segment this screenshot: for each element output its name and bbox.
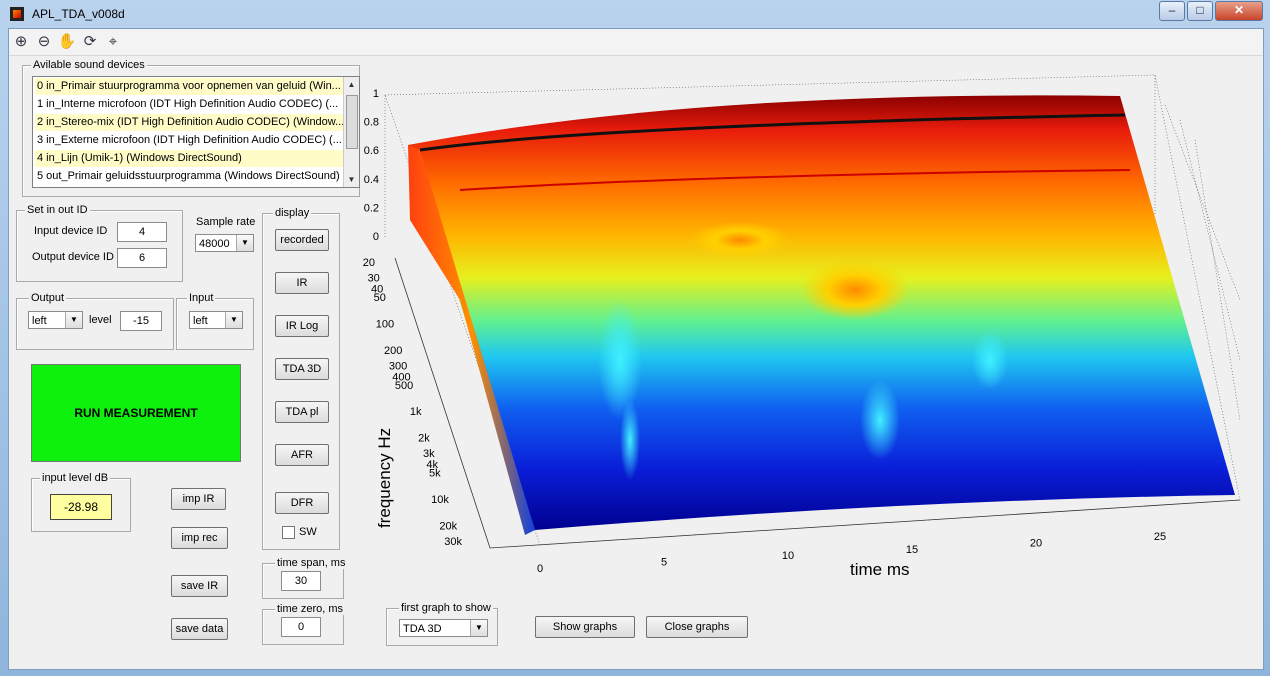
- tda-3d-button[interactable]: TDA 3D: [275, 358, 329, 380]
- time-span-legend: time span, ms: [275, 557, 348, 569]
- recorded-button[interactable]: recorded: [275, 229, 329, 251]
- level-label: level: [89, 314, 112, 326]
- output-device-label: Output device ID: [32, 251, 114, 263]
- ir-log-button[interactable]: IR Log: [275, 315, 329, 337]
- scroll-up-icon[interactable]: ▲: [344, 77, 359, 92]
- minimize-button[interactable]: –: [1159, 1, 1185, 21]
- close-button[interactable]: ✕: [1215, 1, 1263, 21]
- sw-checkbox[interactable]: [282, 526, 295, 539]
- zoom-in-icon[interactable]: ⊕: [11, 32, 31, 52]
- sound-devices-listbox[interactable]: 0 in_Primair stuurprogramma voor opnemen…: [32, 76, 360, 188]
- chevron-down-icon: ▼: [225, 312, 242, 328]
- sample-rate-select[interactable]: 48000 ▼: [195, 234, 254, 252]
- list-item[interactable]: 3 in_Externe microfoon (IDT High Definit…: [35, 132, 343, 149]
- sw-label: SW: [299, 526, 317, 538]
- display-legend: display: [273, 207, 312, 219]
- ir-button[interactable]: IR: [275, 272, 329, 294]
- input-channel-select[interactable]: left ▼: [189, 311, 243, 329]
- tda-pl-button[interactable]: TDA pl: [275, 401, 329, 423]
- run-measurement-button[interactable]: RUN MEASUREMENT: [31, 364, 241, 462]
- output-level-field[interactable]: -15: [120, 311, 162, 331]
- title-bar[interactable]: APL_TDA_v008d – □ ✕: [0, 0, 1270, 28]
- input-legend: Input: [187, 292, 216, 304]
- close-graphs-button[interactable]: Close graphs: [646, 616, 748, 638]
- save-data-button[interactable]: save data: [171, 618, 228, 640]
- app-window: APL_TDA_v008d – □ ✕ ⊕ ⊖ ✋ ⟳ ⌖ Avilable s…: [0, 0, 1270, 676]
- dfr-button[interactable]: DFR: [275, 492, 329, 514]
- sound-devices-legend: Avilable sound devices: [31, 59, 147, 71]
- time-zero-legend: time zero, ms: [275, 603, 346, 615]
- list-item[interactable]: 4 in_Lijn (Umik-1) (Windows DirectSound): [35, 150, 343, 167]
- input-channel-value: left: [193, 315, 208, 327]
- first-graph-value: TDA 3D: [403, 623, 442, 635]
- output-channel-value: left: [32, 315, 47, 327]
- chevron-down-icon: ▼: [236, 235, 253, 251]
- chevron-down-icon: ▼: [65, 312, 82, 328]
- input-level-legend: input level dB: [40, 472, 111, 484]
- set-in-out-legend: Set in out ID: [25, 204, 90, 216]
- matlab-icon: [10, 7, 24, 21]
- list-item[interactable]: 5 out_Primair geluidsstuurprogramma (Win…: [35, 168, 343, 185]
- sample-rate-label: Sample rate: [196, 216, 256, 228]
- list-item[interactable]: 1 in_Interne microfoon (IDT High Definit…: [35, 96, 343, 113]
- listbox-scrollbar[interactable]: ▲ ▼: [343, 77, 359, 187]
- zoom-out-icon[interactable]: ⊖: [34, 32, 54, 52]
- afr-button[interactable]: AFR: [275, 444, 329, 466]
- maximize-button[interactable]: □: [1187, 1, 1213, 21]
- first-graph-legend: first graph to show: [399, 602, 493, 614]
- first-graph-select[interactable]: TDA 3D ▼: [399, 619, 488, 637]
- output-legend: Output: [29, 292, 67, 304]
- save-ir-button[interactable]: save IR: [171, 575, 228, 597]
- show-graphs-button[interactable]: Show graphs: [535, 616, 635, 638]
- output-channel-select[interactable]: left ▼: [28, 311, 83, 329]
- chevron-down-icon: ▼: [470, 620, 487, 636]
- output-device-field[interactable]: 6: [117, 248, 167, 268]
- data-cursor-icon[interactable]: ⌖: [103, 32, 123, 52]
- input-level-value: -28.98: [50, 494, 112, 520]
- rotate-3d-icon[interactable]: ⟳: [80, 32, 100, 52]
- pan-hand-icon[interactable]: ✋: [57, 32, 77, 52]
- time-span-field[interactable]: 30: [281, 571, 321, 591]
- scroll-down-icon[interactable]: ▼: [344, 172, 359, 187]
- list-item[interactable]: 2 in_Stereo-mix (IDT High Definition Aud…: [35, 114, 343, 131]
- time-zero-field[interactable]: 0: [281, 617, 321, 637]
- set-in-out-panel: Set in out ID: [16, 204, 183, 282]
- window-title: APL_TDA_v008d: [32, 7, 125, 21]
- input-device-field[interactable]: 4: [117, 222, 167, 242]
- input-device-label: Input device ID: [34, 225, 108, 237]
- list-item[interactable]: 0 in_Primair stuurprogramma voor opnemen…: [35, 78, 343, 95]
- scroll-thumb[interactable]: [346, 95, 358, 149]
- imp-rec-button[interactable]: imp rec: [171, 527, 228, 549]
- sample-rate-value: 48000: [199, 238, 230, 250]
- figure-toolbar: ⊕ ⊖ ✋ ⟳ ⌖: [9, 29, 1263, 56]
- imp-ir-button[interactable]: imp IR: [171, 488, 226, 510]
